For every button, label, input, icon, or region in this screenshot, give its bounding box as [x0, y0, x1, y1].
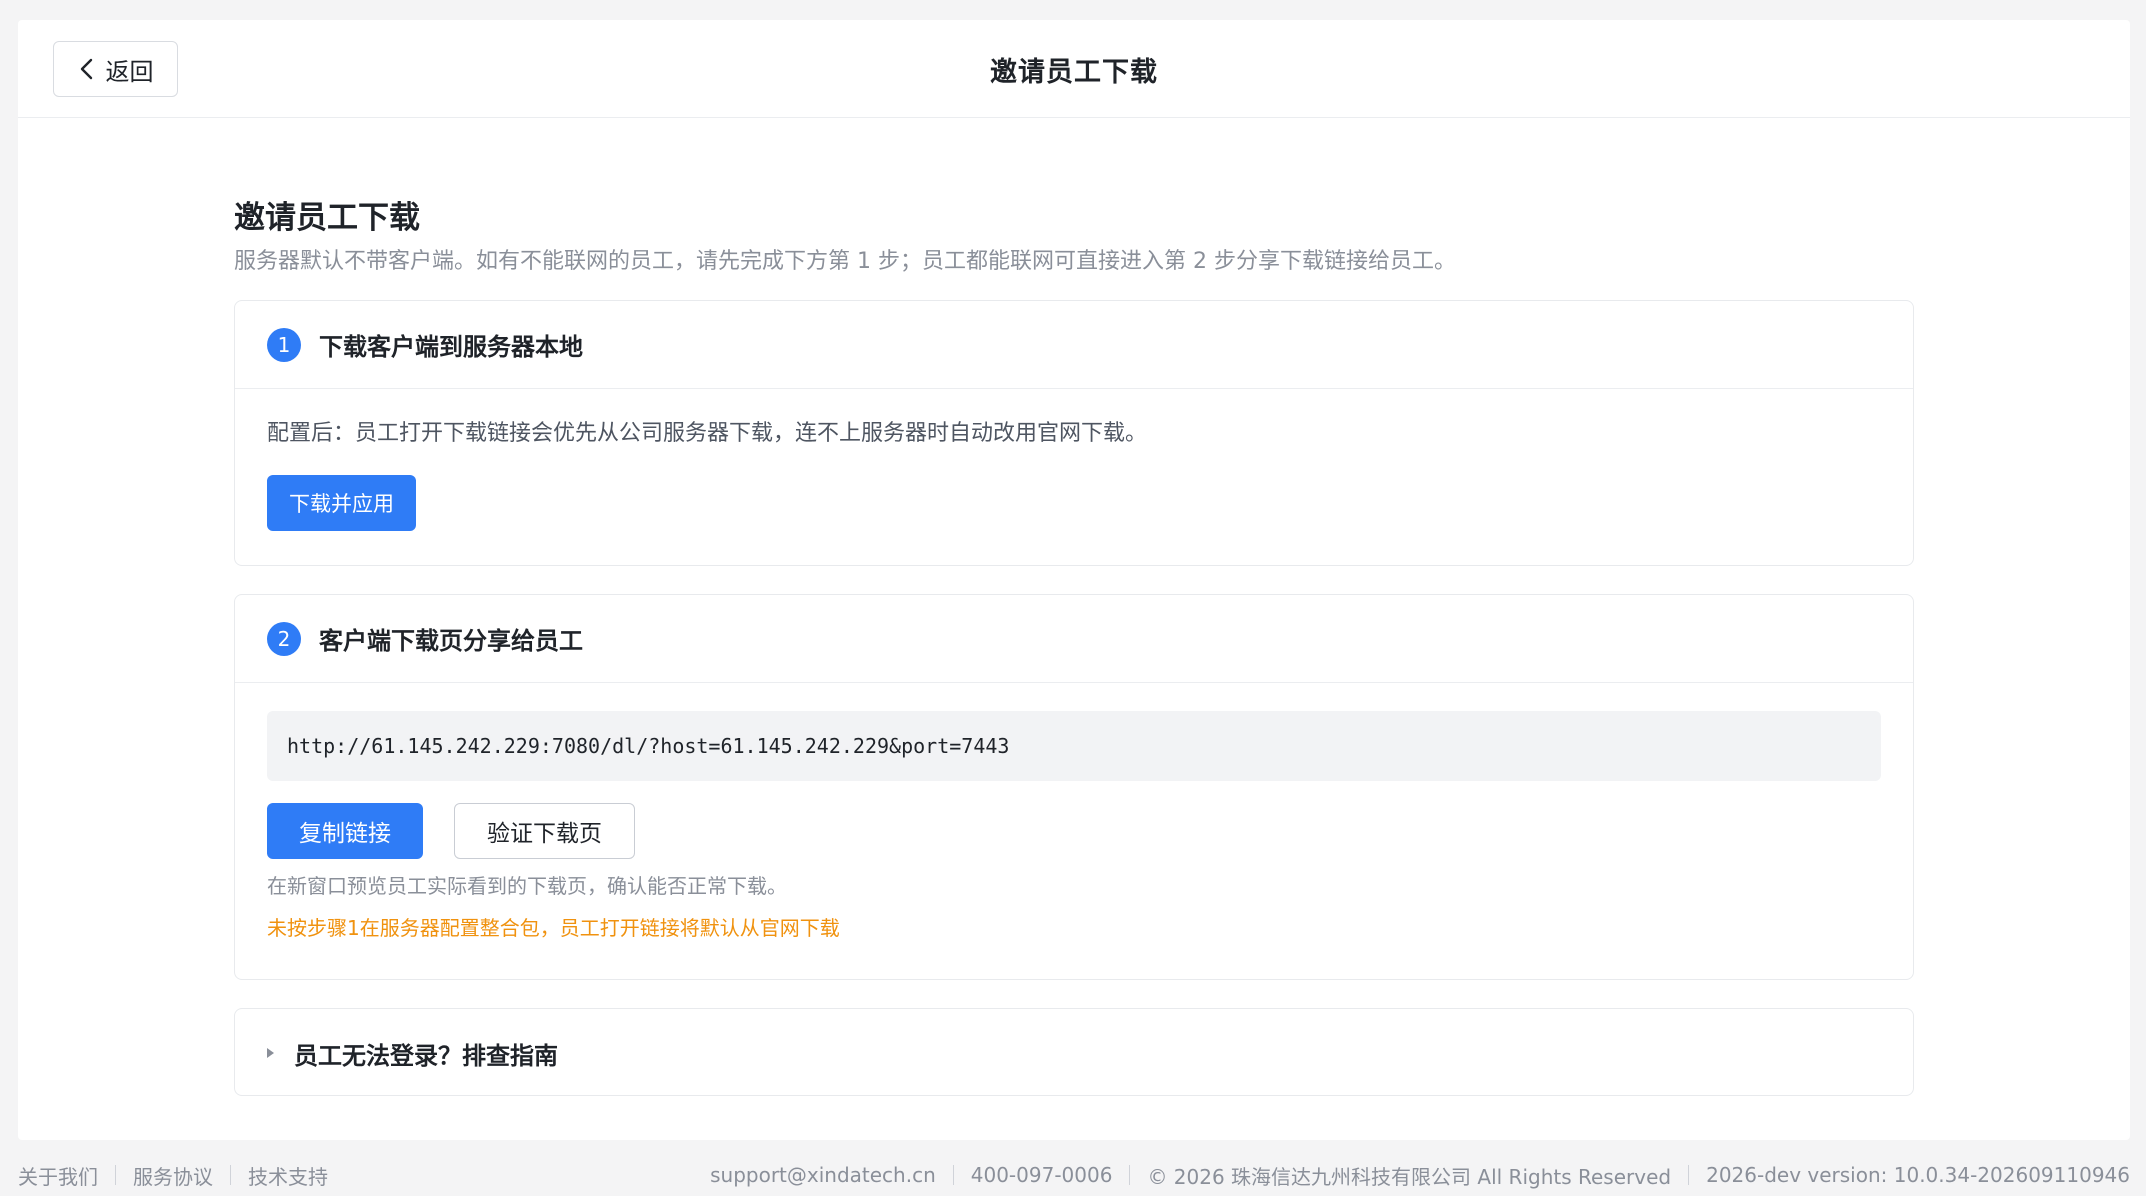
verify-hint: 在新窗口预览员工实际看到的下载页，确认能否正常下载。 [267, 874, 787, 898]
guide-panel: 员工无法登录？排查指南 [234, 1008, 1914, 1096]
footer-copyright: © 2026 珠海信达九州科技有限公司 All Rights Reserved [1147, 1164, 1672, 1189]
guide-toggle[interactable]: 员工无法登录？排查指南 [235, 1009, 1913, 1097]
step1-body: 配置后：员工打开下载链接会优先从公司服务器下载，连不上服务器时自动改用官网下载。… [235, 389, 1913, 559]
download-apply-button[interactable]: 下载并应用 [267, 475, 416, 531]
step1-text: 配置后：员工打开下载链接会优先从公司服务器下载，连不上服务器时自动改用官网下载。 [267, 421, 1148, 446]
footer-email[interactable]: support@xindatech.cn [710, 1163, 936, 1187]
step1-header: 1 下载客户端到服务器本地 [235, 301, 1913, 389]
guide-title: 员工无法登录？排查指南 [294, 1041, 558, 1070]
chevron-left-icon [80, 58, 92, 80]
top-bar: 返回 邀请员工下载 [18, 20, 2130, 118]
back-label: 返回 [105, 58, 154, 86]
footer-link-about[interactable]: 关于我们 [18, 1161, 98, 1190]
step1-panel: 1 下载客户端到服务器本地 配置后：员工打开下载链接会优先从公司服务器下载，连不… [234, 300, 1914, 566]
verify-download-page-button[interactable]: 验证下载页 [454, 803, 635, 859]
step2-panel: 2 客户端下载页分享给员工 http://61.145.242.229:7080… [234, 594, 1914, 980]
copy-link-button[interactable]: 复制链接 [267, 803, 423, 859]
footer-phone: 400-097-0006 [970, 1163, 1113, 1187]
footer-links: 关于我们 服务协议 技术支持 [18, 1161, 328, 1190]
page-title: 邀请员工下载 [234, 200, 420, 236]
step1-badge: 1 [267, 327, 301, 362]
back-button[interactable]: 返回 [53, 41, 178, 97]
footer: 关于我们 服务协议 技术支持 support@xindatech.cn 400-… [18, 1160, 2130, 1190]
footer-divider [952, 1165, 954, 1185]
footer-divider [1688, 1165, 1690, 1185]
download-link-field[interactable]: http://61.145.242.229:7080/dl/?host=61.1… [267, 711, 1881, 781]
step2-body: http://61.145.242.229:7080/dl/?host=61.1… [235, 683, 1913, 971]
page-description: 服务器默认不带客户端。如有不能联网的员工，请先完成下方第 1 步；员工都能联网可… [234, 249, 1456, 274]
config-warning: 未按步骤1在服务器配置整合包，员工打开链接将默认从官网下载 [267, 916, 840, 940]
footer-version: 2026-dev version: 10.0.34-202609110946 [1706, 1163, 2130, 1187]
top-bar-title: 邀请员工下载 [990, 56, 1158, 88]
footer-divider [230, 1165, 231, 1185]
step2-actions: 复制链接 验证下载页 [267, 803, 1881, 859]
footer-divider [1129, 1165, 1131, 1185]
step2-header: 2 客户端下载页分享给员工 [235, 595, 1913, 683]
step2-title: 客户端下载页分享给员工 [319, 627, 583, 655]
footer-link-support[interactable]: 技术支持 [248, 1161, 328, 1190]
content-area: 邀请员工下载 服务器默认不带客户端。如有不能联网的员工，请先完成下方第 1 步；… [234, 118, 1914, 1096]
footer-info: support@xindatech.cn 400-097-0006 © 2026… [710, 1161, 2130, 1190]
step2-badge: 2 [267, 621, 301, 656]
footer-divider [115, 1165, 116, 1185]
footer-link-terms[interactable]: 服务协议 [133, 1161, 213, 1190]
main-card: 返回 邀请员工下载 邀请员工下载 服务器默认不带客户端。如有不能联网的员工，请先… [18, 20, 2130, 1140]
step1-title: 下载客户端到服务器本地 [319, 333, 583, 361]
caret-right-icon [267, 1048, 274, 1058]
